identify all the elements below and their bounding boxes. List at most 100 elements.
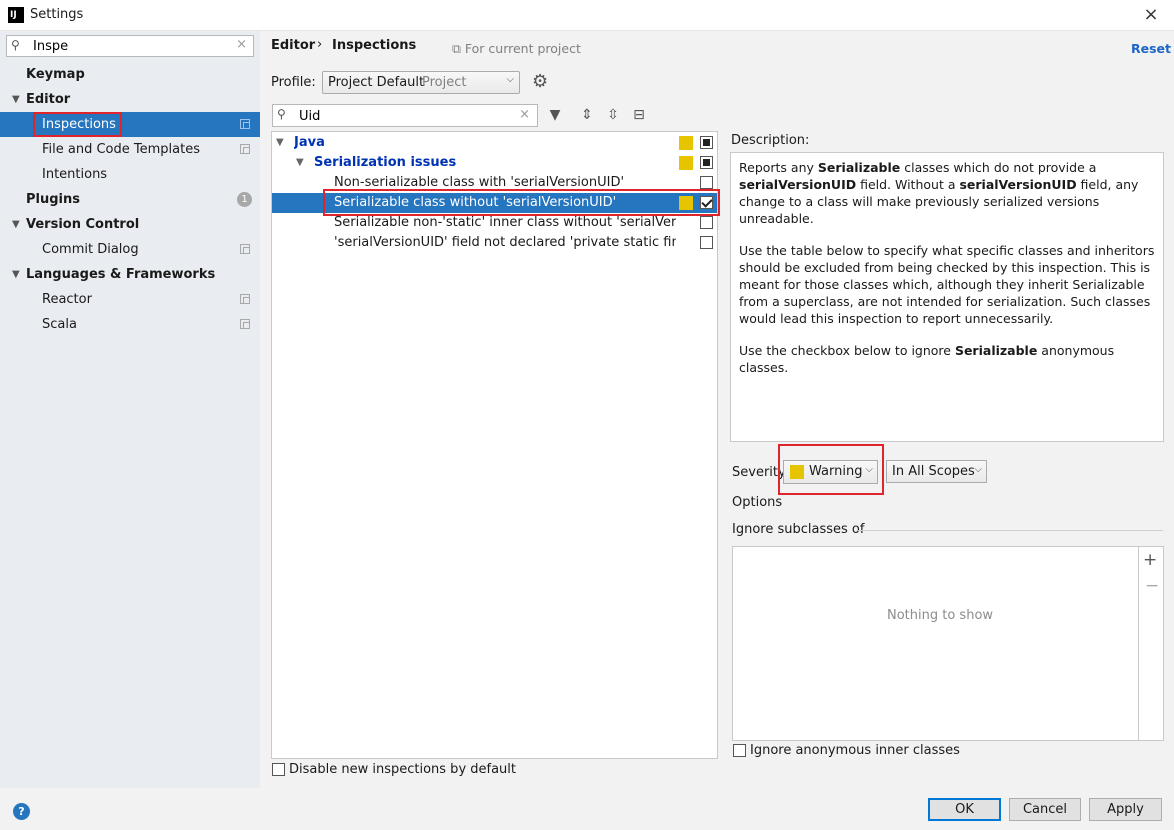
chevron-down-icon[interactable]: ▼ [276,133,284,153]
breadcrumb-separator: › [317,37,323,52]
app-icon: IJ [8,7,24,23]
ignore-anonymous-checkbox[interactable] [733,744,746,757]
project-scope-icon [240,244,250,254]
filter-icon[interactable]: ▼ [546,106,564,124]
sidebar-item-label: Commit Dialog [42,242,139,257]
sidebar-item-plugins[interactable]: Plugins 1 [0,187,260,212]
ignore-subclasses-list[interactable] [732,546,1139,741]
inspections-tree: ▼ Java ▼ Serialization issues Non-serial… [271,131,718,759]
description-label: Description: [731,133,810,148]
description-panel: Reports any Serializable classes which d… [730,152,1164,442]
sidebar-item-keymap[interactable]: Keymap [0,62,260,87]
sidebar-item-languages-frameworks[interactable]: ▼ Languages & Frameworks [0,262,260,287]
project-scope-icon [240,319,250,329]
chevron-down-icon: ⌵ [974,464,982,475]
cancel-button[interactable]: Cancel [1009,798,1081,821]
sidebar-item-label: Languages & Frameworks [26,267,216,282]
empty-list-text: Nothing to show [887,608,994,623]
scope-value: In All Scopes [892,464,975,479]
profile-scope: Project [422,75,467,90]
reset-to-default-icon[interactable]: ⊟ [630,106,648,124]
for-current-project-text: For current project [464,41,581,56]
gear-icon[interactable]: ⚙ [532,71,548,92]
title-bar [0,0,1174,31]
chevron-down-icon: ⌵ [506,74,514,85]
expand-all-icon[interactable]: ⇕ [578,106,596,124]
collapse-all-icon[interactable]: ⇳ [604,106,622,124]
sidebar-item-editor[interactable]: ▼ Editor [0,87,260,112]
project-scope-icon: ⧉ [452,41,465,56]
sidebar-item-file-and-code-templates[interactable]: File and Code Templates [0,137,260,162]
tree-row-inspection[interactable]: 'serialVersionUID' field not declared 'p… [272,233,717,253]
sidebar-item-reactor[interactable]: Reactor [0,287,260,312]
project-scope-icon [240,119,250,129]
enabled-checkbox[interactable] [700,236,713,249]
enabled-checkbox[interactable] [700,136,713,149]
ignore-subclasses-label: Ignore subclasses of [732,522,865,537]
tree-row-label: 'serialVersionUID' field not declared 'p… [334,235,676,250]
tree-row-java[interactable]: ▼ Java [272,133,717,153]
enabled-checkbox[interactable] [700,176,713,189]
disable-new-inspections-checkbox[interactable] [272,763,285,776]
add-icon[interactable]: + [1143,550,1157,570]
reset-link[interactable]: Reset [1131,41,1171,56]
remove-icon[interactable]: − [1145,576,1159,596]
chevron-down-icon[interactable]: ▼ [12,212,20,237]
window-title: Settings [30,7,84,22]
sidebar-item-label: Plugins [26,192,80,207]
clear-icon[interactable]: × [519,107,530,122]
description-paragraph: Use the table below to specify what spec… [739,243,1155,326]
ok-button[interactable]: OK [928,798,1001,821]
highlight-box [323,189,720,216]
severity-color-indicator [679,156,693,170]
enabled-checkbox[interactable] [700,156,713,169]
sidebar-item-label: Scala [42,317,77,332]
sidebar-item-label: Editor [26,92,71,107]
profile-label: Profile: [271,75,316,90]
tree-row-label: Java [294,135,325,150]
settings-search-input[interactable] [33,38,233,54]
sidebar-item-commit-dialog[interactable]: Commit Dialog [0,237,260,262]
update-count-badge: 1 [237,192,252,207]
search-icon: ⚲ [277,107,286,121]
highlight-box [33,112,122,137]
chevron-down-icon[interactable]: ▼ [12,87,20,112]
scope-dropdown[interactable]: In All Scopes ⌵ [886,460,987,483]
separator-line [858,530,1163,531]
enabled-checkbox[interactable] [700,216,713,229]
inspection-search[interactable]: ⚲ × [272,104,538,127]
sidebar-item-label: Intentions [42,167,108,182]
description-paragraph: Use the checkbox below to ignore Seriali… [739,343,1115,375]
close-icon[interactable]: × [1140,4,1162,26]
for-current-project-label: ⧉ For current project [452,41,581,57]
help-icon[interactable]: ? [13,803,30,820]
severity-color-indicator [679,136,693,150]
sidebar-item-label: Version Control [26,217,140,232]
breadcrumb-editor[interactable]: Editor [271,38,315,53]
chevron-down-icon[interactable]: ▼ [12,262,20,287]
chevron-down-icon[interactable]: ▼ [296,153,304,173]
inspection-search-input[interactable] [299,108,509,124]
sidebar-item-scala[interactable]: Scala [0,312,260,337]
tree-row-serialization-issues[interactable]: ▼ Serialization issues [272,153,717,173]
sidebar-item-label: File and Code Templates [42,142,200,157]
tree-row-inspection[interactable]: Serializable non-'static' inner class wi… [272,213,717,233]
tree-row-label: Serializable non-'static' inner class wi… [334,215,676,230]
settings-search[interactable]: ⚲ × [6,35,254,57]
apply-button[interactable]: Apply [1089,798,1162,821]
profile-value: Project Default [328,75,425,90]
sidebar-item-intentions[interactable]: Intentions [0,162,260,187]
disable-new-inspections-label[interactable]: Disable new inspections by default [289,762,516,777]
highlight-box [778,444,884,495]
options-label: Options [732,495,783,510]
search-icon: ⚲ [11,38,20,52]
tree-row-label: Serialization issues [314,155,457,170]
project-scope-icon [240,144,250,154]
breadcrumb-inspections: Inspections [332,38,417,53]
ignore-anonymous-label[interactable]: Ignore anonymous inner classes [750,743,960,758]
description-paragraph: Reports any Serializable classes which d… [739,160,1139,226]
sidebar-item-version-control[interactable]: ▼ Version Control [0,212,260,237]
sidebar-item-label: Reactor [42,292,92,307]
profile-dropdown[interactable]: Project Default Project ⌵ [322,71,520,94]
clear-icon[interactable]: × [236,37,247,52]
